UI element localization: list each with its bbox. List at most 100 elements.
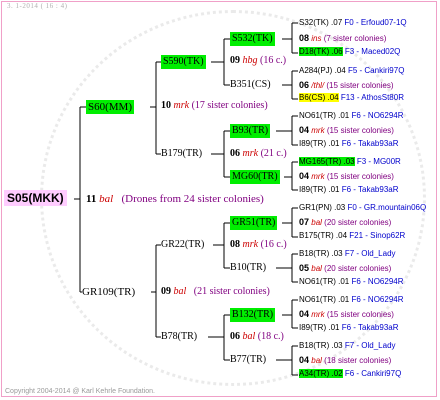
- g4-r24-label: A34(TR): [299, 369, 330, 378]
- g4-r9-ref: F6 - Takab93aR: [341, 139, 399, 148]
- g4-row-9[interactable]: I89(TR) .01 F6 - Takab93aR: [299, 139, 399, 149]
- g4-row-8: 04 mrk (15 sister colonies): [299, 125, 394, 136]
- g4-r15-ref: F21 - Sinop62R: [349, 231, 406, 240]
- g4-r16-year: .03: [331, 249, 343, 258]
- g4-row-3[interactable]: D18(TK) .06 F3 - Maced02Q: [299, 47, 400, 57]
- g3c-mark: mrk: [242, 148, 259, 159]
- g4-r24-ref: F6 - Cankiri97Q: [344, 369, 402, 378]
- g4-row-17: 05 bal (20 sister colonies): [299, 263, 391, 274]
- node-b93[interactable]: B93(TR): [230, 124, 271, 138]
- g4-r23-mark: bal: [311, 356, 322, 365]
- g2a-year: 10: [161, 100, 171, 111]
- g4-r16-ref: F7 - Old_Lady: [344, 249, 396, 258]
- node-b10[interactable]: B10(TR): [230, 262, 266, 274]
- g4-row-15[interactable]: B175(TR) .04 F21 - Sinop62R: [299, 231, 405, 241]
- g3g-desc: (18 c.): [257, 331, 284, 342]
- g3g-mark: bal: [242, 331, 256, 342]
- g3a-desc: (16 c.): [260, 55, 287, 66]
- g4-row-18[interactable]: NO61(TR) .01 F6 - NO6294R: [299, 277, 404, 287]
- g4-r7-year: .01: [338, 111, 350, 120]
- node-s590[interactable]: S590(TK): [161, 55, 206, 69]
- g3a-mark: hbg: [242, 55, 258, 66]
- g4-r12-ref: F6 - Takab93aR: [341, 185, 399, 194]
- g3e-year: 08: [230, 239, 240, 250]
- node-b351[interactable]: B351(CS): [230, 79, 271, 91]
- g4-row-22[interactable]: B18(TR) .03 F7 - Old_Lady: [299, 341, 396, 351]
- g4-r11-year: 04: [299, 171, 310, 181]
- node-b179[interactable]: B179(TR): [161, 148, 202, 160]
- g4-r10-year: .03: [343, 157, 355, 166]
- g4-r1-ref: F0 - Erfoud07-1Q: [344, 18, 407, 27]
- g4-r6-year: .04: [327, 93, 339, 102]
- g2a-mark: mrk: [173, 100, 190, 111]
- g4-r24-year: .02: [331, 369, 343, 378]
- g4-row-5: 06 /thl/ (15 sister colonies): [299, 80, 394, 91]
- node-b78[interactable]: B78(TR): [161, 331, 197, 343]
- node-s532[interactable]: S532(TK): [230, 32, 275, 46]
- g4-r19-label: NO61(TR): [299, 295, 336, 304]
- root-queen[interactable]: S05(MKK): [4, 190, 67, 206]
- g3c-year: 06: [230, 148, 240, 159]
- g4-row-16[interactable]: B18(TR) .03 F7 - Old_Lady: [299, 249, 396, 259]
- g4-r12-label: I89(TR): [299, 185, 327, 194]
- pedigree-page: 3. 1-2014 ( 16 : 4) S05(MKK) S60(MM) 11 …: [0, 0, 440, 400]
- g1-mark: bal: [99, 193, 114, 205]
- g4-r6-ref: F13 - AthosSt80R: [340, 93, 404, 102]
- g1-year: 11: [86, 193, 97, 205]
- g4-r20-year: 04: [299, 309, 310, 319]
- g4-r3-ref: F3 - Maced02Q: [344, 47, 401, 56]
- g4-row-1[interactable]: S32(TK) .07 F0 - Erfoud07-1Q: [299, 18, 407, 28]
- g3a-drone-info: 09 hbg (16 c.): [230, 55, 286, 67]
- node-gr22[interactable]: GR22(TR): [161, 239, 204, 251]
- g4-r10-ref: F3 - MG00R: [356, 157, 401, 166]
- g4-row-6[interactable]: B6(CS) .04 F13 - AthosSt80R: [299, 93, 404, 103]
- g4-r7-label: NO61(TR): [299, 111, 336, 120]
- g4-r11-mark: mrk: [311, 172, 325, 181]
- g4-row-23: 04 bal (18 sister colonies): [299, 355, 391, 366]
- g4-r7-ref: F6 - NO6294R: [351, 111, 404, 120]
- g4-row-19[interactable]: NO61(TR) .01 F6 - NO6294R: [299, 295, 404, 305]
- node-b132[interactable]: B132(TR): [230, 308, 276, 322]
- g4-row-13[interactable]: GR1(PN) .03 F0 - GR.mountain06Q: [299, 203, 426, 213]
- g4-r5-desc: (15 sister colonies): [326, 81, 394, 90]
- g4-r14-desc: (20 sister colonies): [324, 218, 392, 227]
- g4-r15-year: .04: [335, 231, 348, 240]
- g4-r22-year: .03: [331, 341, 343, 350]
- g4-r2-year: 08: [299, 33, 310, 43]
- g4-row-20: 04 mrk (15 sister colonies): [299, 309, 394, 320]
- g4-row-7[interactable]: NO61(TR) .01 F6 - NO6294R: [299, 111, 404, 121]
- g4-row-4[interactable]: A284(PJ) .04 F5 - Cankiri97Q: [299, 66, 404, 76]
- g2c-mark: bal: [173, 286, 187, 297]
- g4-r14-mark: bal: [311, 218, 322, 227]
- g4-r4-ref: F5 - Cankiri97Q: [347, 66, 405, 75]
- g4-r19-year: .01: [338, 295, 350, 304]
- g1-desc: (Drones from 24 sister colonies): [121, 193, 264, 205]
- g4-r19-ref: F6 - NO6294R: [351, 295, 404, 304]
- g4-r5-mark: /thl/: [311, 81, 325, 90]
- copyright-footer: Copyright 2004-2014 @ Karl Kehrle Founda…: [5, 388, 155, 395]
- g2c-desc: (21 sister colonies): [193, 286, 270, 297]
- g4-r17-desc: (20 sister colonies): [324, 264, 392, 273]
- g2a-desc: (17 sister colonies): [191, 100, 268, 111]
- g4-r11-desc: (15 sister colonies): [326, 172, 394, 181]
- g2c-drone-info: 09 bal (21 sister colonies): [161, 286, 270, 298]
- node-gr109[interactable]: GR109(TR): [82, 286, 135, 298]
- g4-r23-desc: (18 sister colonies): [324, 356, 392, 365]
- node-s60[interactable]: S60(MM): [86, 100, 135, 114]
- g4-row-21[interactable]: I89(TR) .01 F6 - Takab93aR: [299, 323, 399, 333]
- g4-row-14: 07 bal (20 sister colonies): [299, 217, 391, 228]
- node-b77[interactable]: B77(TR): [230, 354, 266, 366]
- g4-r12-year: .01: [328, 185, 340, 194]
- node-mg60[interactable]: MG60(TR): [230, 170, 280, 184]
- g3g-drone-info: 06 bal (18 c.): [230, 331, 284, 343]
- g4-r4-label: A284(PJ): [299, 66, 333, 75]
- g4-row-12[interactable]: I89(TR) .01 F6 - Takab93aR: [299, 185, 399, 195]
- g4-r8-year: 04: [299, 125, 310, 135]
- g3c-desc: (21 c.): [260, 148, 287, 159]
- g2a-drone-info: 10 mrk (17 sister colonies): [161, 100, 268, 112]
- g4-row-24[interactable]: A34(TR) .02 F6 - Cankiri97Q: [299, 369, 401, 379]
- g4-row-10[interactable]: MG165(TR) .03 F3 - MG00R: [299, 157, 401, 167]
- node-gr51[interactable]: GR51(TR): [230, 216, 278, 230]
- g4-r18-ref: F6 - NO6294R: [351, 277, 404, 286]
- g4-r8-mark: mrk: [311, 126, 325, 135]
